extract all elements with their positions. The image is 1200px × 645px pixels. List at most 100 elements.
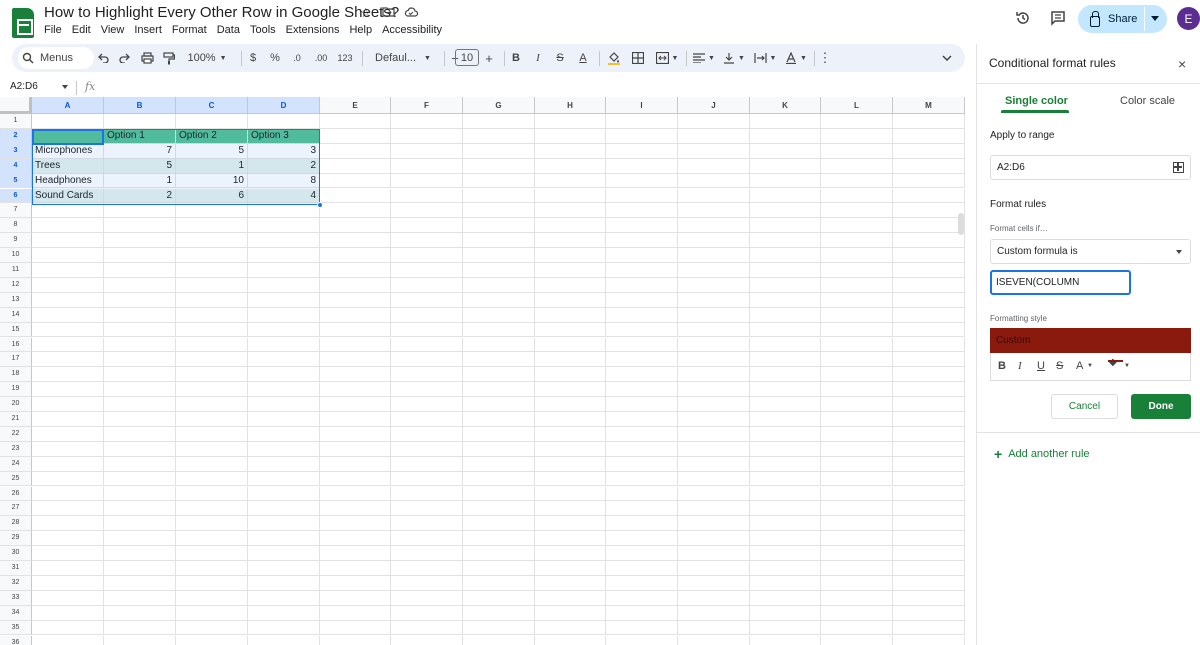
cell[interactable] (32, 635, 104, 645)
borders-icon[interactable] (628, 44, 648, 72)
cell[interactable] (535, 575, 606, 591)
cell[interactable] (320, 114, 391, 129)
cell[interactable] (176, 590, 248, 606)
menu-data[interactable]: Data (212, 23, 245, 37)
cell[interactable] (320, 203, 391, 219)
cell[interactable] (104, 501, 176, 517)
cell[interactable] (391, 292, 463, 308)
cell[interactable] (750, 322, 821, 338)
cell[interactable] (821, 605, 893, 621)
cell[interactable] (678, 233, 750, 249)
cell[interactable] (893, 322, 965, 338)
cell[interactable] (176, 412, 248, 427)
row-header-12[interactable]: 12 (0, 277, 32, 293)
cell[interactable] (821, 635, 893, 645)
cell[interactable] (535, 531, 606, 547)
cell[interactable] (893, 456, 965, 472)
font-family-select[interactable]: Defaul... ▼ (366, 44, 440, 72)
cell[interactable] (32, 263, 104, 278)
cell[interactable] (535, 322, 606, 338)
cell[interactable] (104, 352, 176, 368)
cell[interactable] (678, 277, 750, 293)
cell[interactable] (391, 188, 463, 204)
cell[interactable] (535, 635, 606, 645)
cell[interactable] (535, 456, 606, 472)
move-folder-icon[interactable] (382, 5, 395, 20)
cell[interactable] (176, 307, 248, 323)
column-header-k[interactable]: K (750, 97, 821, 114)
cell[interactable] (320, 173, 391, 189)
cell[interactable] (678, 322, 750, 338)
cell[interactable] (535, 426, 606, 442)
more-options-icon[interactable]: ⋮ (818, 44, 832, 72)
cell[interactable] (391, 277, 463, 293)
redo-icon[interactable] (116, 44, 134, 72)
cell[interactable] (176, 203, 248, 219)
cell[interactable] (535, 263, 606, 278)
cell[interactable] (32, 426, 104, 442)
cell[interactable] (248, 620, 320, 636)
row-label-cell[interactable]: Trees (32, 158, 104, 174)
cell[interactable] (32, 292, 104, 308)
cell[interactable] (821, 322, 893, 338)
cell[interactable] (463, 292, 535, 308)
cell[interactable] (535, 561, 606, 576)
cell[interactable] (535, 292, 606, 308)
cell[interactable] (104, 412, 176, 427)
value-cell[interactable]: 6 (176, 188, 248, 204)
row-header-27[interactable]: 27 (0, 501, 32, 517)
cell[interactable] (32, 352, 104, 368)
cell[interactable] (391, 456, 463, 472)
cell[interactable] (176, 501, 248, 517)
menus-search[interactable]: Menus (18, 47, 94, 69)
cell[interactable] (391, 114, 463, 129)
cell[interactable] (32, 218, 104, 234)
row-header-1[interactable]: 1 (0, 114, 32, 129)
number-format-button[interactable]: 123 (334, 44, 356, 72)
cell[interactable] (248, 531, 320, 547)
cell[interactable] (320, 188, 391, 204)
cell[interactable] (678, 471, 750, 487)
cell[interactable] (893, 486, 965, 502)
value-cell[interactable]: 7 (104, 143, 176, 159)
cell[interactable] (750, 397, 821, 412)
cell[interactable] (176, 292, 248, 308)
cell[interactable] (320, 292, 391, 308)
cell[interactable] (320, 263, 391, 278)
custom-formula-input[interactable]: ISEVEN(COLUMN (990, 270, 1131, 295)
cell[interactable] (248, 337, 320, 353)
cell[interactable] (32, 531, 104, 547)
cell[interactable] (463, 605, 535, 621)
row-header-31[interactable]: 31 (0, 561, 32, 576)
row-header-35[interactable]: 35 (0, 620, 32, 636)
style-text-color-button[interactable]: A (1076, 360, 1083, 372)
name-box[interactable]: A2:D6 (10, 81, 38, 92)
italic-button[interactable]: I (530, 44, 546, 72)
cell[interactable] (32, 516, 104, 532)
cell[interactable] (893, 382, 965, 398)
cell[interactable] (104, 575, 176, 591)
cell[interactable] (893, 635, 965, 645)
cell[interactable] (391, 367, 463, 383)
cell[interactable] (678, 352, 750, 368)
cell[interactable] (678, 158, 750, 174)
cell[interactable] (678, 575, 750, 591)
cell[interactable] (463, 307, 535, 323)
cell[interactable] (535, 605, 606, 621)
column-header-d[interactable]: D (248, 97, 320, 114)
cell[interactable] (463, 188, 535, 204)
cell[interactable] (678, 516, 750, 532)
cell[interactable] (750, 263, 821, 278)
cell[interactable] (176, 233, 248, 249)
cell[interactable] (893, 367, 965, 383)
cell[interactable] (606, 322, 678, 338)
text-color-button[interactable]: A (574, 44, 592, 72)
cell[interactable] (248, 456, 320, 472)
cell[interactable] (176, 367, 248, 383)
cell[interactable] (463, 561, 535, 576)
column-header-a[interactable]: A (32, 97, 104, 114)
share-button[interactable]: Share (1078, 5, 1167, 33)
cell[interactable] (535, 114, 606, 129)
cell[interactable] (678, 561, 750, 576)
zoom-select[interactable]: 100% ▼ (182, 44, 232, 72)
